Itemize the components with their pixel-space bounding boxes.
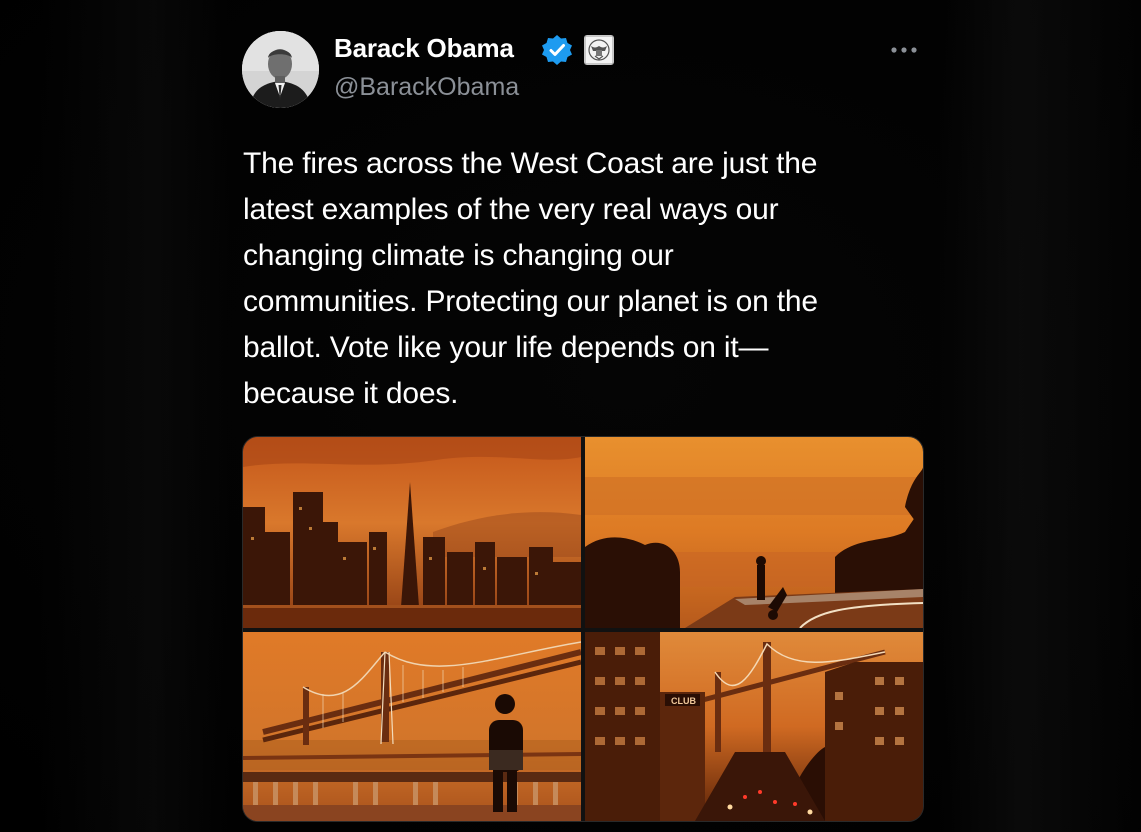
club-sign-text: CLUB [671, 696, 696, 706]
photo-street-bridge[interactable]: CLUB [585, 632, 923, 821]
avatar-photo [242, 31, 319, 108]
media-grid: CLUB [242, 436, 924, 822]
photo-bay-overlook[interactable] [585, 437, 923, 628]
tweet-text-line: ballot. Vote like your life depends on i… [243, 331, 769, 364]
avatar[interactable] [242, 31, 319, 108]
photo-bay-bridge-person[interactable] [243, 632, 581, 821]
verified-badge-icon[interactable] [540, 33, 574, 67]
tweet-text-line: changing climate is changing our [243, 239, 674, 272]
tweet-text-line: because it does. [243, 377, 459, 410]
author-handle[interactable]: @BarackObama [334, 73, 519, 102]
background-shade-right [940, 0, 1141, 832]
more-options-button[interactable] [884, 36, 924, 64]
author-display-name[interactable]: Barack Obama [334, 33, 514, 64]
photo-city-skyline[interactable] [243, 437, 581, 628]
tweet-text: The fires across the West Coast are just… [243, 141, 923, 417]
tweet-text-line: The fires across the West Coast are just… [243, 147, 818, 180]
more-options-icon [891, 47, 917, 53]
tweet-text-line: communities. Protecting our planet is on… [243, 285, 818, 318]
background-shade-left [40, 0, 230, 832]
government-seal-icon[interactable] [584, 35, 614, 65]
tweet-text-line: latest examples of the very real ways ou… [243, 193, 779, 226]
